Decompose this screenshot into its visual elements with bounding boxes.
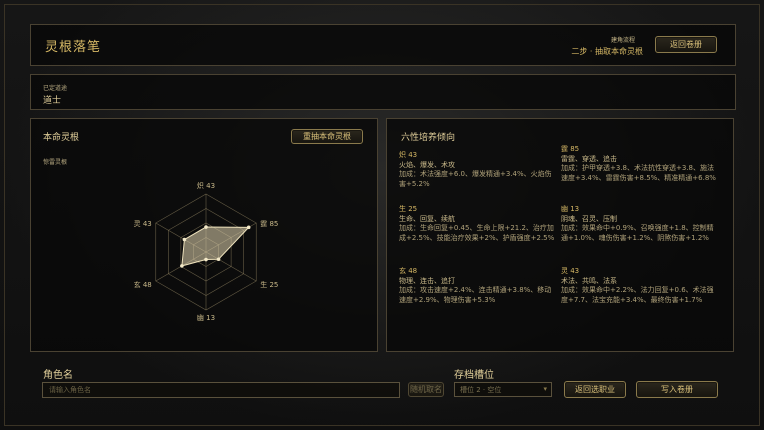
radar-data-point (182, 237, 187, 242)
trait-name: 玄 48 (399, 267, 418, 275)
trait-item: 炽 43 火焰、爆发、术攻 加成：术法强度+6.0、爆发精通+3.4%、火焰伤害+5… (399, 151, 557, 189)
back-to-book-button[interactable]: 返回卷册 (655, 36, 717, 53)
radar-axis-label: 炽 43 (197, 181, 215, 190)
trait-tags: 物理、连击、追打 (399, 276, 455, 285)
radar-data-area (181, 226, 250, 267)
random-name-button[interactable]: 随机取名 (408, 382, 444, 397)
radar-data-point (216, 257, 221, 262)
character-name-label: 角色名 (43, 370, 73, 381)
daotong-panel: 已定道途 道士 (30, 74, 736, 110)
daotong-label: 已定道途 (43, 85, 68, 92)
daotong-value: 道士 (43, 96, 62, 106)
trait-item: 玄 48 物理、连击、追打 加成：攻击速度+2.4%、连击精通+3.8%、移动速度+… (399, 267, 557, 305)
save-slot-select[interactable]: 槽位 2 · 空位 ▾ (454, 382, 552, 397)
radar-axis-label: 幽 13 (197, 313, 215, 322)
radar-data-point (204, 257, 208, 262)
trait-tags: 阴魂、召灵、压制 (561, 214, 617, 223)
radar-axis-label: 玄 48 (134, 280, 152, 289)
trait-bonus: 加成：效果命中+2.2%、法力回复+0.6、术法强度+7.7、法宝充能+3.4%… (561, 286, 714, 304)
trait-tags: 术法、共鸣、法系 (561, 276, 617, 285)
trait-name: 幽 13 (561, 205, 580, 213)
trait-item: 霆 85 雷霆、穿透、追击 加成：护甲穿透+3.8、术法抗性穿透+3.8、施法速度+… (561, 145, 719, 183)
write-book-button[interactable]: 写入卷册 (636, 381, 718, 398)
return-class-button[interactable]: 返回选职业 (564, 381, 626, 398)
trait-item: 灵 43 术法、共鸣、法系 加成：效果命中+2.2%、法力回复+0.6、术法强度+7… (561, 267, 719, 305)
trait-name: 灵 43 (561, 267, 580, 275)
radar-chart: 炽 43 霆 85 生 25 幽 13 玄 48 灵 43 (134, 181, 279, 322)
chevron-down-icon: ▾ (543, 385, 547, 393)
flow-label: 建角流程 (610, 37, 635, 44)
save-slot-value: 槽位 2 · 空位 (460, 385, 502, 394)
trait-tags: 雷霆、穿透、追击 (561, 154, 617, 163)
flow-step: 二步 · 抽取本命灵根 (571, 47, 643, 56)
trait-tags: 生命、回复、续航 (399, 214, 455, 223)
trait-tags: 火焰、爆发、术攻 (399, 160, 455, 169)
trait-item: 幽 13 阴魂、召灵、压制 加成：效果命中+0.9%、召唤强度+1.8、控制精通+1… (561, 205, 719, 243)
save-slot-label: 存档槽位 (454, 370, 494, 381)
radar-data-point (246, 225, 251, 230)
root-panel: 本命灵根 惊雷灵根 重抽本命灵根 炽 43 霆 85 生 25 幽 13 玄 48 灵 4… (30, 118, 378, 352)
radar-axis-label: 霆 85 (260, 220, 278, 228)
trait-bonus: 加成：护甲穿透+3.8、术法抗性穿透+3.8、施法速度+3.4%、雷霆伤害+8.… (561, 164, 716, 182)
radar-data-point (180, 264, 184, 268)
trait-name: 霆 85 (561, 145, 580, 153)
radar-axis-label: 生 25 (260, 280, 278, 289)
radar-axis-label: 灵 43 (134, 220, 152, 228)
character-name-input[interactable] (42, 382, 400, 398)
traits-title: 六性培养倾向 (401, 133, 456, 143)
radar-data-point (204, 225, 208, 229)
trait-bonus: 加成：术法强度+6.0、爆发精通+3.4%、火焰伤害+5.2% (399, 170, 552, 188)
trait-item: 生 25 生命、回复、续航 加成：生命回复+0.45、生命上限+21.2、治疗加成+… (399, 205, 557, 243)
trait-name: 生 25 (399, 205, 418, 213)
trait-bonus: 加成：生命回复+0.45、生命上限+21.2、治疗加成+2.5%、技能治疗效果+… (399, 224, 555, 242)
header-panel: 灵根落笔 建角流程 二步 · 抽取本命灵根 返回卷册 (30, 24, 736, 66)
trait-bonus: 加成：攻击速度+2.4%、连击精通+3.8%、移动速度+2.9%、物理伤害+5.… (399, 286, 552, 304)
trait-name: 炽 43 (399, 151, 418, 159)
traits-panel: 六性培养倾向 炽 43 火焰、爆发、术攻 加成：术法强度+6.0、爆发精通+3.4%… (386, 118, 734, 352)
page-title: 灵根落笔 (45, 40, 102, 55)
trait-bonus: 加成：效果命中+0.9%、召唤强度+1.8、控制精通+1.0%、魂伤伤害+1.2… (561, 224, 714, 242)
